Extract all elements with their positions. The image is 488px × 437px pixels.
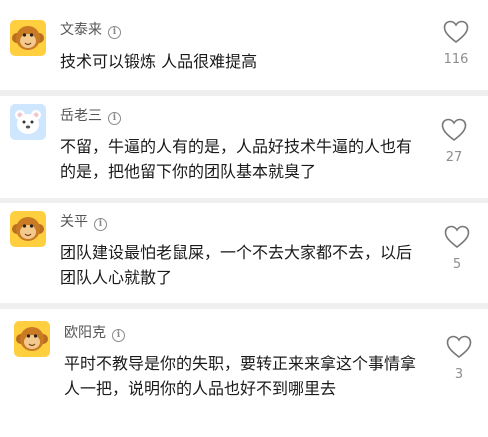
like-button[interactable]: 3: [439, 335, 479, 383]
info-icon[interactable]: i: [108, 26, 121, 39]
heart-icon: [443, 20, 469, 44]
comment-author-row: 关平 i: [60, 213, 107, 231]
info-icon[interactable]: i: [94, 218, 107, 231]
like-button[interactable]: 5: [437, 225, 477, 273]
comment-text: 技术可以锻炼 人品很难提高: [60, 52, 258, 71]
comment-author[interactable]: 文泰来: [60, 22, 102, 38]
comment-author-row: 岳老三 i: [60, 107, 121, 125]
avatar[interactable]: [10, 104, 46, 140]
heart-icon: [441, 118, 467, 142]
like-count: 116: [443, 52, 469, 67]
heart-icon: [446, 335, 472, 359]
comment-text: 不留，牛逼的人有的是，人品好技术牛逼的人也有的是，把他留下你的团队基本就臭了: [60, 137, 413, 181]
heart-icon: [444, 225, 470, 249]
monkey-avatar-icon: [16, 327, 48, 351]
like-button[interactable]: 116: [436, 20, 476, 68]
comment-item: 文泰来 i 技术可以锻炼 人品很难提高 116: [0, 0, 488, 90]
comment-author-row: 文泰来 i: [60, 21, 121, 39]
comment-item: 岳老三 i 不留，牛逼的人有的是，人品好技术牛逼的人也有的是，把他留下你的团队基本…: [0, 96, 488, 198]
avatar[interactable]: [10, 211, 46, 247]
monkey-avatar-icon: [12, 217, 44, 241]
comment-text: 平时不教导是你的失职，要转正来来拿这个事情拿人一把，说明你的人品也好不到哪里去: [64, 354, 417, 398]
like-count: 27: [445, 150, 463, 165]
like-button[interactable]: 27: [434, 118, 474, 166]
bear-avatar-icon: [15, 110, 41, 134]
comment-item: 欧阳克 i 平时不教导是你的失职，要转正来来拿这个事情拿人一把，说明你的人品也好不…: [0, 309, 488, 437]
like-count: 5: [452, 257, 462, 272]
comment-author[interactable]: 岳老三: [60, 108, 102, 124]
info-icon[interactable]: i: [108, 112, 121, 125]
comment-text: 团队建设最怕老鼠屎，一个不去大家都不去，以后团队人心就散了: [60, 243, 413, 287]
monkey-avatar-icon: [12, 26, 44, 50]
comment-author-row: 欧阳克 i: [64, 324, 125, 342]
avatar[interactable]: [10, 20, 46, 56]
avatar[interactable]: [14, 321, 50, 357]
comment-author[interactable]: 欧阳克: [64, 325, 106, 341]
info-icon[interactable]: i: [112, 329, 125, 342]
comment-item: 关平 i 团队建设最怕老鼠屎，一个不去大家都不去，以后团队人心就散了 5: [0, 203, 488, 303]
comment-author[interactable]: 关平: [60, 214, 88, 230]
like-count: 3: [454, 367, 464, 382]
